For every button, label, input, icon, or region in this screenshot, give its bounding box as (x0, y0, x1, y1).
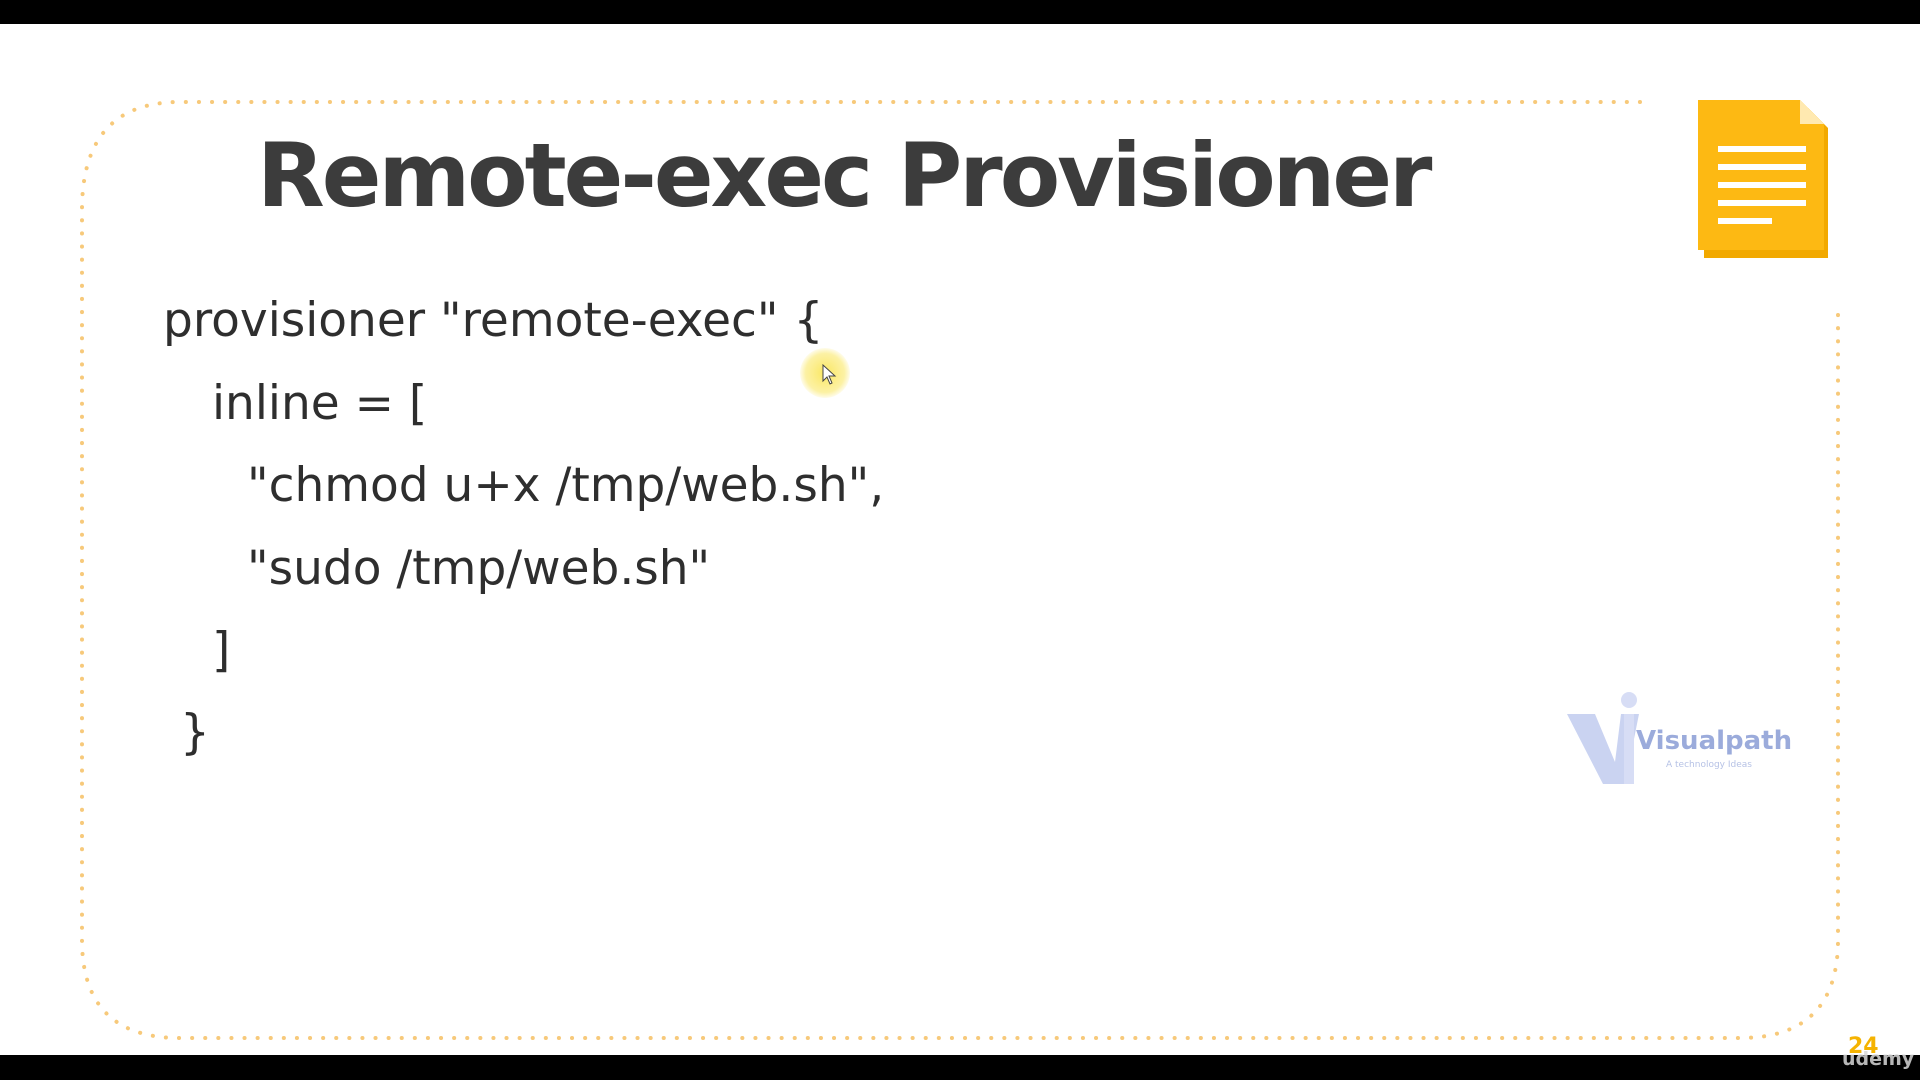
code-line-provisioner: provisioner "remote-exec" { (163, 293, 824, 348)
code-line-close-bracket: ] (212, 623, 231, 678)
code-line-sudo: "sudo /tmp/web.sh" (247, 541, 711, 596)
mouse-cursor-icon (822, 364, 837, 385)
code-line-inline: inline = [ (212, 376, 428, 431)
slide-title: Remote-exec Provisioner (257, 124, 1432, 227)
code-line-chmod: "chmod u+x /tmp/web.sh", (247, 458, 885, 513)
udemy-watermark: udemy (1842, 1048, 1915, 1070)
presentation-slide: Remote-exec Provisioner provisioner "rem… (0, 24, 1920, 1055)
video-frame: Remote-exec Provisioner provisioner "rem… (0, 0, 1920, 1080)
watermark-brand: Visualpath (1636, 726, 1793, 756)
document-icon (1698, 100, 1828, 258)
code-line-close-brace: } (180, 705, 210, 760)
watermark-tagline: A technology Ideas (1666, 760, 1752, 770)
